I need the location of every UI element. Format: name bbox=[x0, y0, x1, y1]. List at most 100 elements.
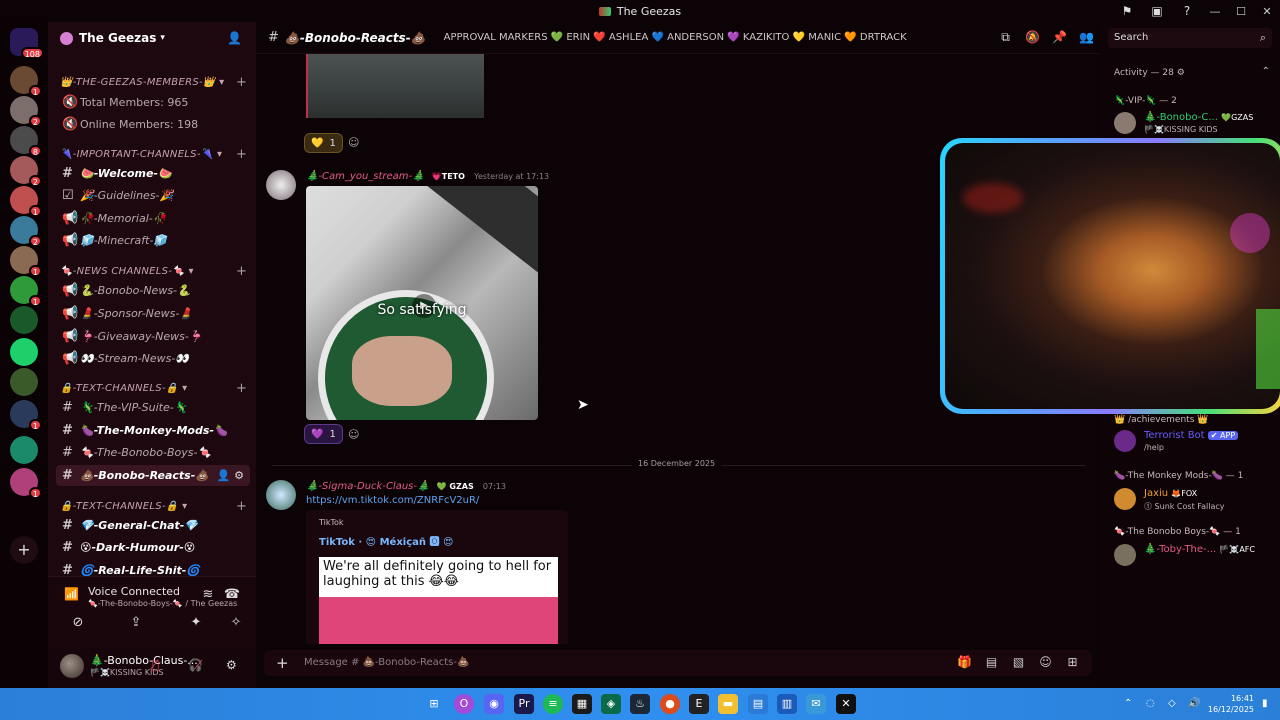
category-text-1[interactable]: 🔒-TEXT-CHANNELS-🔒 ▾ + bbox=[60, 381, 247, 396]
notification-mute-icon[interactable]: 🔕 bbox=[1019, 30, 1046, 45]
start-icon[interactable]: ⊞ bbox=[424, 694, 444, 714]
embed-title[interactable]: TikTok · 😍 Méxiçañ 🅾 😍 bbox=[319, 533, 453, 548]
activities-icon[interactable]: ✦ bbox=[176, 611, 216, 635]
network-icon[interactable]: ◌ bbox=[1146, 698, 1155, 709]
gif-icon[interactable]: ▤ bbox=[978, 655, 1005, 669]
opera-icon[interactable]: O bbox=[454, 694, 474, 714]
add-server-button[interactable]: + bbox=[10, 536, 38, 564]
volume-icon[interactable]: 🔊 bbox=[1188, 698, 1200, 709]
soundboard-icon[interactable]: ✧ bbox=[216, 611, 256, 635]
server-icon-10[interactable] bbox=[10, 338, 38, 366]
member-item[interactable]: Terrorist Bot ✔ APP /help bbox=[1114, 430, 1274, 456]
author-avatar[interactable] bbox=[266, 170, 296, 200]
channel-general-chat[interactable]: # 💎-General-Chat-💎 bbox=[56, 515, 250, 536]
pin-icon[interactable]: 📌 bbox=[1046, 30, 1073, 45]
member-list-icon[interactable]: 👥 bbox=[1073, 30, 1100, 45]
server-icon-14[interactable]: 1 bbox=[10, 468, 42, 499]
epic-icon[interactable]: E bbox=[689, 694, 709, 714]
server-icon-6[interactable]: 2 bbox=[10, 216, 42, 247]
server-icon-12[interactable]: 1 bbox=[10, 400, 42, 431]
server-icon-2[interactable]: 2 bbox=[10, 96, 42, 127]
channel-giveaway-news[interactable]: 📢 🦩-Giveaway-News-🦩 bbox=[56, 326, 250, 347]
screen-icon[interactable]: ▣ bbox=[1142, 4, 1172, 18]
author-name[interactable]: 🎄-Sigma-Duck-Claus-🎄 bbox=[306, 481, 429, 492]
folder-icon[interactable]: ▬ bbox=[718, 694, 738, 714]
message-link[interactable]: https://vm.tiktok.com/ZNRFcV2uR/ bbox=[306, 495, 479, 506]
create-channel-icon[interactable]: + bbox=[236, 264, 247, 279]
terminal-icon[interactable]: ✕ bbox=[836, 694, 856, 714]
channel-guidelines[interactable]: ☑ 🎉-Guidelines-🎉 bbox=[56, 185, 250, 206]
create-channel-icon[interactable]: + bbox=[236, 499, 247, 514]
add-member-icon[interactable]: 👤 bbox=[227, 31, 242, 45]
notification-icon[interactable]: ▮ bbox=[1262, 698, 1268, 709]
channel-bonobo-boys[interactable]: # 🍬-The-Bonobo-Boys-🍬 bbox=[56, 442, 250, 463]
channel-topic[interactable]: APPROVAL MARKERS 💚 ERIN ❤️ ASHLEA 💙 ANDE… bbox=[444, 32, 907, 43]
maximize-button[interactable]: ☐ bbox=[1228, 5, 1254, 18]
emoji-icon[interactable]: ☺ bbox=[1032, 655, 1059, 669]
member-item[interactable]: Jaxiu 🦊FOX ⓵ Sunk Cost Fallacy bbox=[1114, 488, 1274, 514]
steam-icon[interactable]: ♨ bbox=[630, 694, 650, 714]
server-icon-7[interactable]: 1 bbox=[10, 246, 42, 277]
inbox-icon[interactable]: ⚑ bbox=[1112, 4, 1142, 18]
disconnect-icon[interactable]: ☎ bbox=[222, 583, 242, 607]
add-reaction-icon[interactable]: ☺ bbox=[348, 136, 359, 149]
member-item[interactable]: 🎄-Bonobo-C... 💚GZAS 🏴☠️KISSING KIDS bbox=[1114, 112, 1274, 138]
video-attachment[interactable]: ▶ So satisfying bbox=[306, 186, 538, 420]
chart-app-icon[interactable]: ▥ bbox=[777, 694, 797, 714]
server-icon-11[interactable] bbox=[10, 368, 38, 396]
author-name[interactable]: 🎄-Cam_you_stream-🎄 bbox=[306, 171, 425, 182]
channel-monkey-mods[interactable]: # 🍆-The-Monkey-Mods-🍆 bbox=[56, 420, 250, 441]
app-icon[interactable]: ● bbox=[660, 694, 680, 714]
attach-plus-icon[interactable]: + bbox=[276, 654, 289, 672]
deafen-icon[interactable]: 🎧̸ bbox=[188, 658, 203, 672]
minimize-button[interactable]: — bbox=[1202, 5, 1228, 18]
category-members[interactable]: 👑-THE-GEEZAS-MEMBERS-👑 ▾ + bbox=[60, 75, 247, 90]
apps-icon[interactable]: ⊞ bbox=[1059, 655, 1086, 669]
channel-memorial[interactable]: 📢 🥀-Memorial-🥀 bbox=[56, 208, 250, 229]
settings-icon[interactable]: ⚙ bbox=[226, 658, 237, 672]
server-icon-8[interactable]: 1 bbox=[10, 276, 42, 307]
wifi-icon[interactable]: ◇ bbox=[1168, 698, 1176, 709]
channel-stream-news[interactable]: 📢 👀-Stream-News-👀 bbox=[56, 348, 250, 369]
server-icon-1[interactable]: 1 bbox=[10, 66, 42, 97]
create-channel-icon[interactable]: + bbox=[236, 381, 247, 396]
channel-total-members[interactable]: 🔇 Total Members: 965 bbox=[56, 92, 250, 113]
channel-online-members[interactable]: 🔇 Online Members: 198 bbox=[56, 114, 250, 135]
tray-chevron-icon[interactable]: ⌃ bbox=[1124, 698, 1132, 709]
server-icon-13[interactable] bbox=[10, 436, 38, 464]
category-important[interactable]: 🌂-IMPORTANT-CHANNELS-🌂 ▾ + bbox=[60, 147, 247, 162]
reaction-pill[interactable]: 💛 1 bbox=[304, 133, 343, 153]
user-name[interactable]: 🎄-Bonobo-Claus-... bbox=[90, 654, 198, 667]
server-icon-9[interactable] bbox=[10, 306, 38, 334]
earlier-image-attachment[interactable] bbox=[306, 54, 484, 118]
channel-minecraft[interactable]: 📢 🧊-Minecraft-🧊 bbox=[56, 230, 250, 251]
store-icon[interactable]: ◈ bbox=[601, 694, 621, 714]
channel-settings-icon[interactable]: 👤 ⚙ bbox=[217, 469, 244, 482]
embed-image[interactable]: We're all definitely going to hell for l… bbox=[319, 557, 558, 644]
collapse-icon[interactable]: ⌃ bbox=[1262, 66, 1270, 77]
channel-bonobo-reacts[interactable]: # 💩-Bonobo-Reacts-💩 👤 ⚙ bbox=[56, 465, 250, 486]
activity-heading[interactable]: Activity — 28 ⚙ bbox=[1114, 68, 1185, 78]
mute-icon[interactable]: 🎙̸ bbox=[152, 658, 159, 672]
server-icon-5[interactable]: 1 bbox=[10, 186, 42, 217]
category-text-2[interactable]: 🔒-TEXT-CHANNELS-🔒 ▾ + bbox=[60, 499, 247, 514]
notepad-icon[interactable]: ▤ bbox=[748, 694, 768, 714]
threads-icon[interactable]: ⧉ bbox=[992, 30, 1019, 45]
home-button[interactable]: 108 bbox=[10, 28, 44, 59]
search-input[interactable]: Search ⌕ bbox=[1108, 28, 1272, 48]
member-item[interactable]: 🎄-Toby-The-... 🏴☠️AFC bbox=[1114, 544, 1274, 570]
message-input[interactable]: + Message # 💩-Bonobo-Reacts-💩 🎁 ▤ ▧ ☺ ⊞ bbox=[264, 650, 1092, 676]
server-icon-3[interactable]: 8 bbox=[10, 126, 42, 157]
help-icon[interactable]: ? bbox=[1172, 4, 1202, 18]
mail-icon[interactable]: ✉ bbox=[806, 694, 826, 714]
channel-vip-suite[interactable]: # 🦎-The-VIP-Suite-🦎 bbox=[56, 397, 250, 418]
channel-sponsor-news[interactable]: 📢 💄-Sponsor-News-💄 bbox=[56, 303, 250, 324]
channel-bonobo-news[interactable]: 📢 🐍-Bonobo-News-🐍 bbox=[56, 280, 250, 301]
spotify-icon[interactable]: ≡ bbox=[543, 694, 563, 714]
category-news[interactable]: 🍬-NEWS CHANNELS-🍬 ▾ + bbox=[60, 264, 247, 279]
premiere-icon[interactable]: Pr bbox=[514, 694, 534, 714]
user-avatar[interactable] bbox=[60, 654, 84, 678]
add-reaction-icon[interactable]: ☺ bbox=[348, 428, 359, 441]
gift-icon[interactable]: 🎁 bbox=[951, 655, 978, 669]
channel-dark-humour[interactable]: # 😵-Dark-Humour-😵 bbox=[56, 537, 250, 558]
